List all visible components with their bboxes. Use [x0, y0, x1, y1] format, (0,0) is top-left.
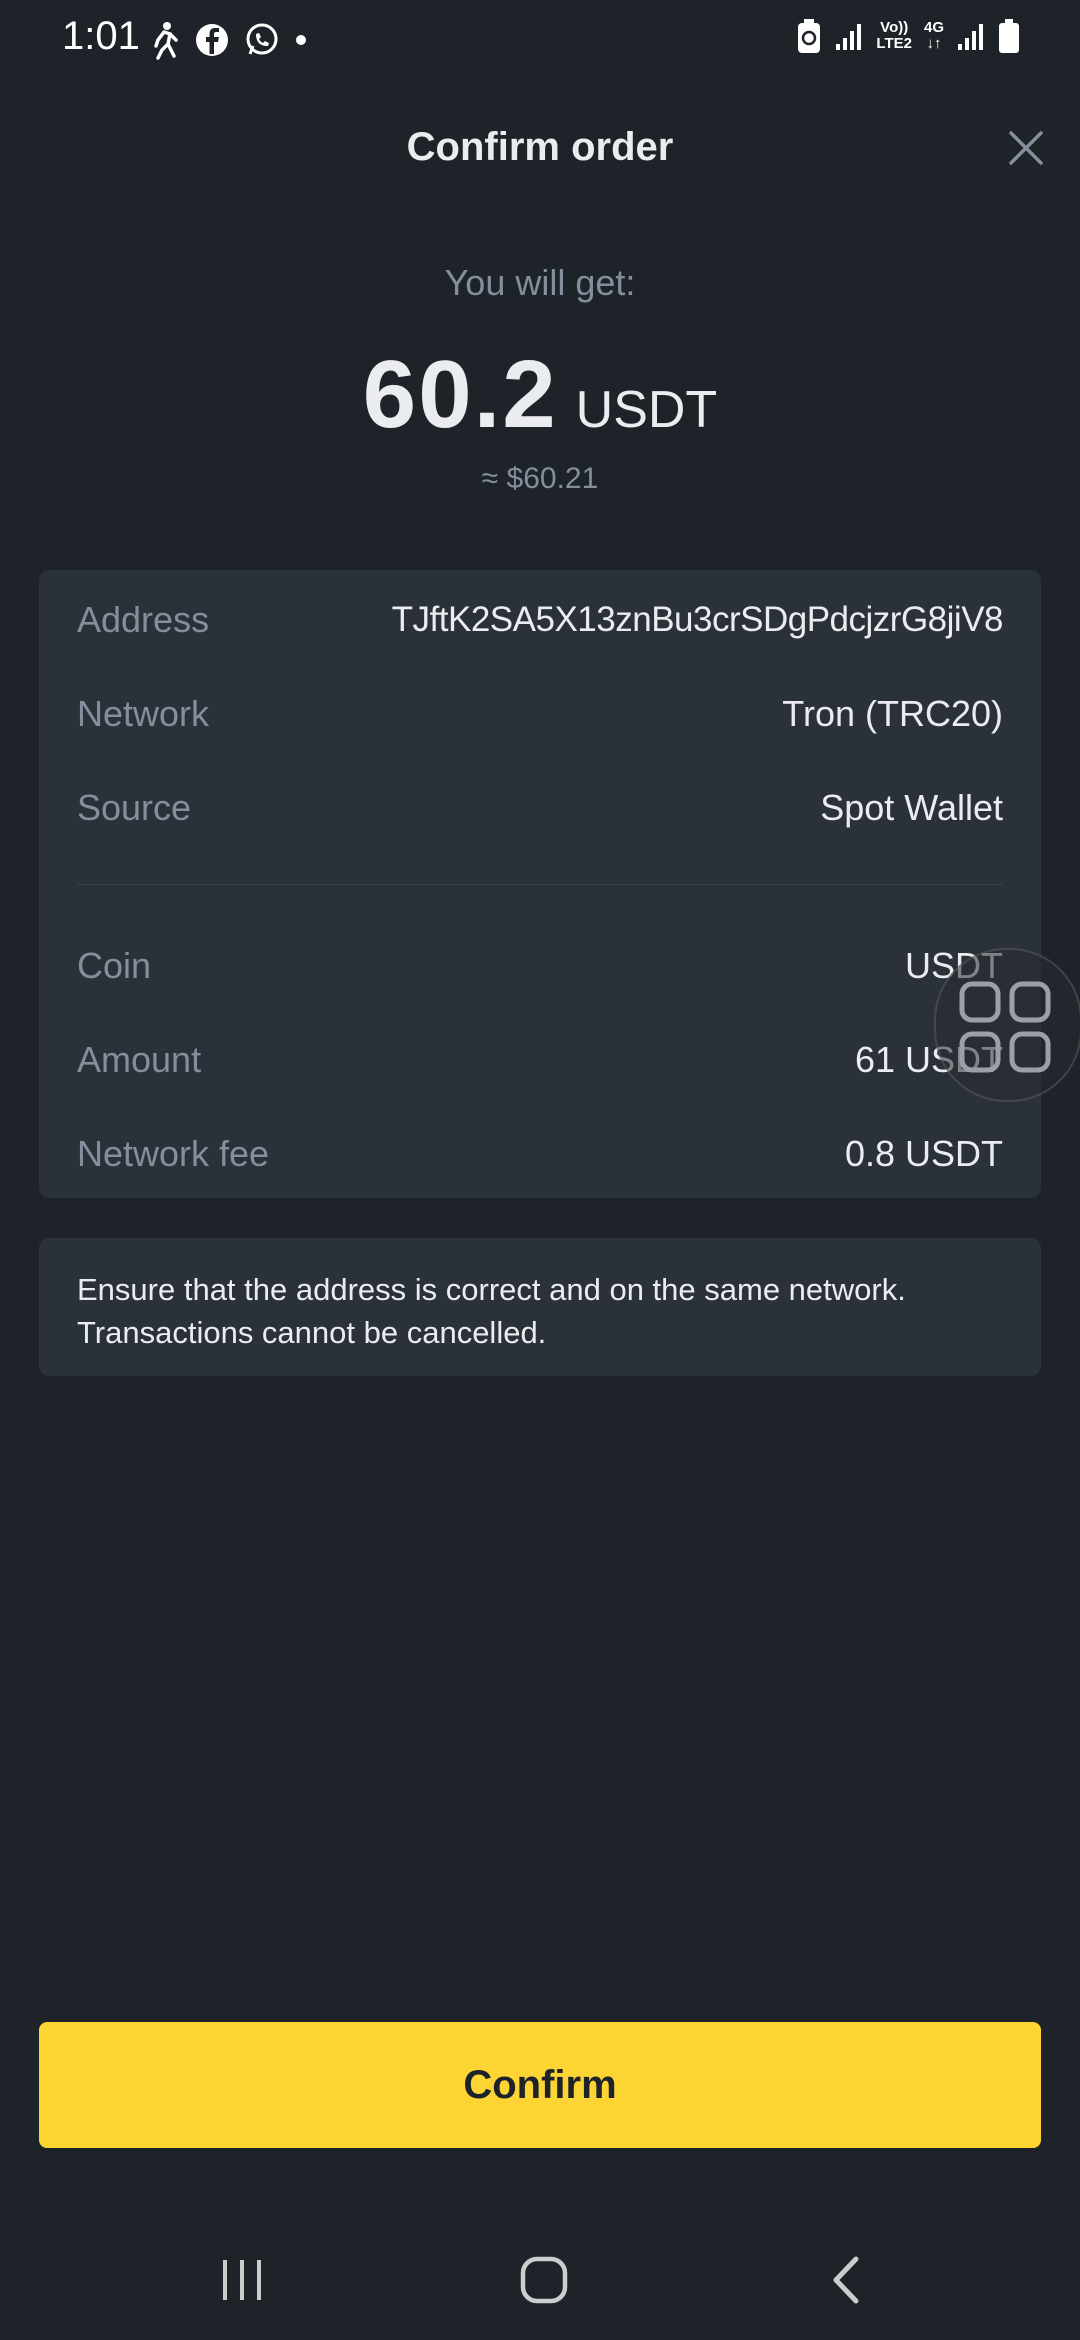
facebook-icon	[194, 22, 230, 58]
app-grid-icon	[959, 981, 1051, 1073]
battery-icon	[998, 18, 1020, 54]
status-time: 1:01	[62, 14, 140, 58]
address-label: Address	[77, 599, 210, 640]
you-will-get-label: You will get:	[444, 262, 636, 303]
dot-icon	[294, 33, 308, 47]
system-status-icons: Vo)) LTE2 4G ↓↑	[796, 18, 1020, 54]
recent-apps-icon	[223, 2260, 261, 2300]
detail-row-source: Source Spot Wallet	[77, 778, 1003, 838]
close-button[interactable]	[1000, 122, 1052, 174]
notification-icons	[150, 20, 308, 60]
detail-row-coin: Coin USDT	[77, 936, 1003, 996]
signal-icon-1	[834, 20, 864, 52]
card-divider	[77, 884, 1003, 885]
network-fee-value: 0.8 USDT	[844, 1133, 1003, 1174]
notice-line-1: Ensure that the address is correct and o…	[77, 1272, 906, 1307]
status-bar: 1:01 Vo)) LTE2 4G ↓↑	[0, 0, 1080, 80]
recent-apps-button[interactable]	[202, 2250, 282, 2310]
confirm-button[interactable]: Confirm	[39, 2022, 1041, 2148]
source-value: Spot Wallet	[820, 787, 1003, 828]
order-details-card: Address TJftK2SA5X13znBu3crSDgPdcjzrG8ji…	[39, 570, 1041, 1198]
detail-row-amount: Amount 61 USDT	[77, 1030, 1003, 1090]
confirm-order-screen: 1:01 Vo)) LTE2 4G ↓↑ Confirm order You w…	[0, 0, 1080, 2340]
whatsapp-icon	[244, 22, 280, 58]
amount-label: Amount	[77, 1039, 202, 1080]
network-fee-label: Network fee	[77, 1133, 270, 1174]
detail-row-network: Network Tron (TRC20)	[77, 684, 1003, 744]
receive-amount: 60.2 USDT	[0, 340, 1080, 450]
receive-amount-unit: USDT	[575, 381, 718, 439]
home-button[interactable]	[504, 2250, 584, 2310]
volte-indicator: Vo)) LTE2	[876, 19, 912, 52]
coin-label: Coin	[77, 945, 152, 986]
home-icon	[520, 2256, 568, 2304]
signal-icon-2	[956, 20, 986, 52]
back-icon	[833, 2256, 859, 2304]
battery-saver-icon	[796, 18, 822, 54]
address-value: TJftK2SA5X13znBu3crSDgPdcjzrG8jiV8	[391, 600, 1004, 639]
network-label: Network	[77, 693, 210, 734]
usd-equivalent: ≈ $60.21	[481, 462, 599, 495]
detail-row-network-fee: Network fee 0.8 USDT	[77, 1124, 1003, 1184]
source-label: Source	[77, 787, 192, 828]
network-4g-indicator: 4G ↓↑	[923, 19, 944, 52]
floating-assistant-button[interactable]	[934, 948, 1080, 1102]
receive-amount-value: 60.2	[362, 341, 558, 448]
system-navigation-bar	[0, 2220, 1080, 2340]
back-button[interactable]	[806, 2250, 886, 2310]
walking-icon	[150, 20, 180, 60]
warning-notice: Ensure that the address is correct and o…	[39, 1238, 1041, 1376]
network-value: Tron (TRC20)	[782, 693, 1003, 734]
page-title: Confirm order	[406, 125, 674, 169]
close-icon	[1009, 131, 1043, 165]
detail-row-address: Address TJftK2SA5X13znBu3crSDgPdcjzrG8ji…	[77, 590, 1004, 650]
notice-line-2: Transactions cannot be cancelled.	[77, 1315, 547, 1350]
